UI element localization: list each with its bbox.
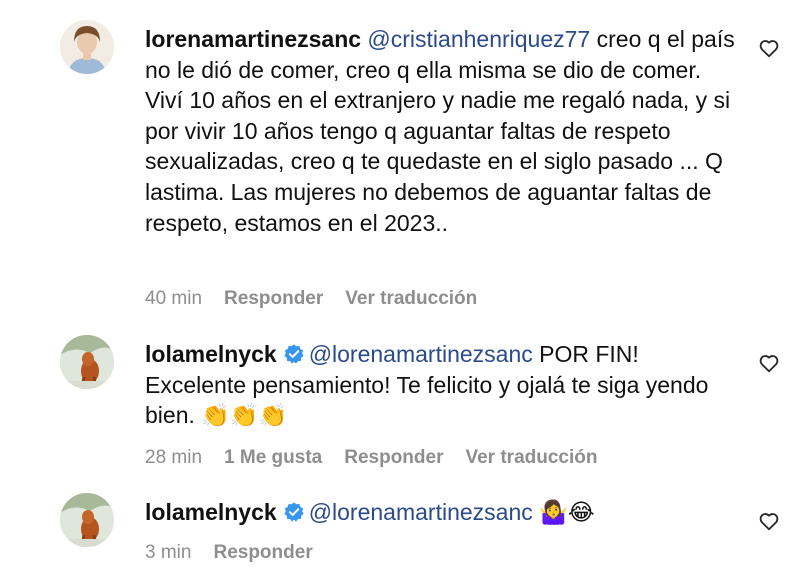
comment-meta: 28 min 1 Me gusta Responder Ver traducci… (145, 447, 597, 469)
reply-button[interactable]: Responder (344, 447, 443, 469)
comment-username[interactable]: lorenamartinezsanc (145, 26, 361, 52)
reply-button[interactable]: Responder (213, 542, 312, 564)
comment-body: creo q el país no le dió de comer, creo … (145, 26, 735, 236)
comment-mention[interactable]: @lorenamartinezsanc (309, 499, 533, 525)
verified-badge-icon (283, 501, 305, 523)
comment-text: lolamelnyck @lorenamartinezsanc 🤷‍♀️😂 (145, 497, 745, 528)
translate-button[interactable]: Ver traducción (345, 288, 477, 310)
likes-count[interactable]: 1 Me gusta (224, 447, 322, 469)
comment-meta: 40 min Responder Ver traducción (145, 288, 477, 310)
comment-time: 28 min (145, 447, 203, 468)
comment-body: 🤷‍♀️😂 (532, 499, 595, 525)
like-heart-icon[interactable] (758, 352, 780, 374)
comment-time: 40 min (145, 288, 203, 309)
comment-mention[interactable]: @lorenamartinezsanc (309, 341, 533, 367)
verified-badge-icon (283, 343, 305, 365)
avatar[interactable] (60, 335, 114, 389)
comment-text: lorenamartinezsanc @cristianhenriquez77 … (145, 24, 745, 238)
comment-text: lolamelnyck @lorenamartinezsanc POR FIN! … (145, 339, 745, 431)
profile-photo-dog-icon (60, 493, 114, 547)
comment-username[interactable]: lolamelnyck (145, 341, 277, 367)
comment-mention[interactable]: @cristianhenriquez77 (367, 26, 590, 52)
like-heart-icon[interactable] (758, 510, 780, 532)
translate-button[interactable]: Ver traducción (465, 447, 597, 469)
avatar[interactable] (60, 493, 114, 547)
avatar[interactable] (60, 20, 114, 74)
profile-photo-woman-icon (60, 20, 114, 74)
comment-username[interactable]: lolamelnyck (145, 499, 277, 525)
like-heart-icon[interactable] (758, 37, 780, 59)
profile-photo-dog-icon (60, 335, 114, 389)
comment-time: 3 min (145, 542, 192, 563)
reply-button[interactable]: Responder (224, 288, 323, 310)
comment-meta: 3 min Responder (145, 542, 313, 564)
